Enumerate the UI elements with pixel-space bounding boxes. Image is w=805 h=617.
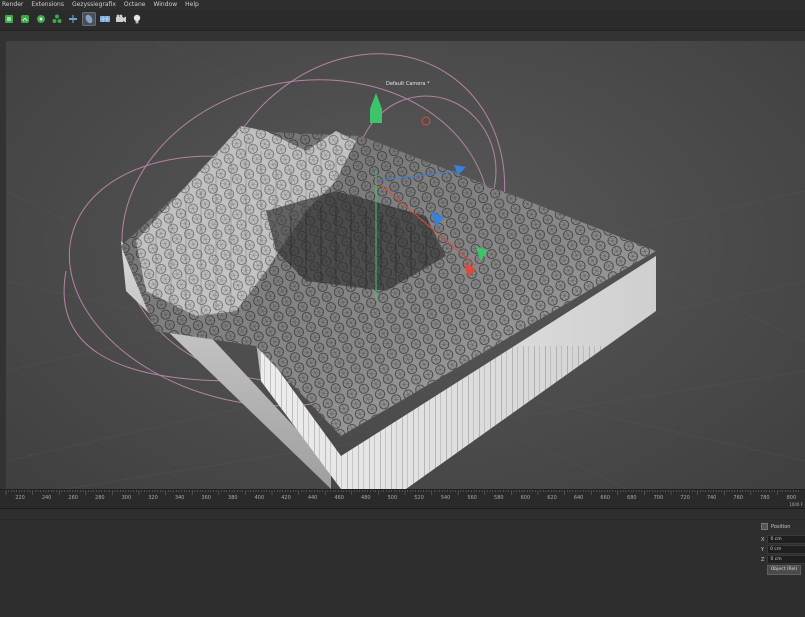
menu-octane[interactable]: Octane xyxy=(122,0,152,10)
z-row: Z 0 cm xyxy=(761,555,805,564)
toolbar xyxy=(0,10,805,31)
spline-button[interactable] xyxy=(18,12,32,26)
generator-button[interactable] xyxy=(34,12,48,26)
coordinate-mode-dropdown[interactable]: Object (Rel) xyxy=(767,565,801,575)
timeline-end-label: 1000 F xyxy=(789,502,803,507)
timeline-tick-label: 420 xyxy=(281,495,291,501)
x-label: X xyxy=(761,536,765,543)
3d-viewport[interactable]: Default Camera * xyxy=(6,41,805,489)
menu-extensions[interactable]: Extensions xyxy=(29,0,70,10)
timeline-tick-label: 360 xyxy=(201,495,211,501)
floor-icon xyxy=(100,16,110,22)
timeline-tick-label: 480 xyxy=(361,495,371,501)
timeline-tick-label: 440 xyxy=(307,495,318,501)
position-row: Position xyxy=(761,523,790,530)
timeline-tick-label: 680 xyxy=(627,495,637,501)
timeline-tick-label: 780 xyxy=(760,495,770,501)
deformer-icon xyxy=(69,15,77,23)
y-field[interactable]: 0 cm xyxy=(767,545,805,554)
cube-primitive-button[interactable] xyxy=(2,12,16,26)
timeline-tick-label: 660 xyxy=(600,495,610,501)
cloner-button[interactable] xyxy=(50,12,64,26)
timeline-tick-label: 760 xyxy=(733,495,743,501)
scene-object-button[interactable] xyxy=(82,12,96,26)
x-row: X 0 cm xyxy=(761,535,805,544)
timeline-tick-label: 300 xyxy=(121,495,132,501)
y-label: Y xyxy=(761,546,765,553)
timeline-ruler[interactable]: 220 240 260 280 300 320 340 360 380 400 420 440 460 4… xyxy=(0,489,805,508)
light-icon xyxy=(133,14,141,24)
scene-object-icon xyxy=(85,14,93,24)
position-label: Position xyxy=(771,523,791,530)
camera-label: Default Camera * xyxy=(386,81,430,87)
position-checkbox[interactable] xyxy=(761,523,768,530)
coordinates-panel: Position X 0 cm Y 0 cm Z 0 cm xyxy=(758,519,805,589)
z-field[interactable]: 0 cm xyxy=(767,555,805,564)
deformer-button[interactable] xyxy=(66,12,80,26)
camera-icon xyxy=(116,14,126,23)
x-field[interactable]: 0 cm xyxy=(767,535,805,544)
timeline-tick-label: 400 xyxy=(254,495,265,501)
menu-window[interactable]: Window xyxy=(151,0,183,10)
timeline-tick-label: 220 xyxy=(15,495,25,501)
generator-icon xyxy=(37,15,45,23)
timeline-tick-label: 560 xyxy=(467,495,477,501)
timeline-tick-label: 540 xyxy=(440,495,451,501)
timeline-tick-label: 340 xyxy=(174,495,185,501)
viewport-scene xyxy=(6,41,805,489)
timeline-tick-label: 700 xyxy=(653,495,664,501)
floor-button[interactable] xyxy=(98,12,112,26)
light-button[interactable] xyxy=(130,12,144,26)
timeline-tick-label: 800 xyxy=(786,495,797,501)
menu-render[interactable]: Render xyxy=(0,0,29,10)
timeline-tick-label: 380 xyxy=(228,495,238,501)
timeline-tick-label: 620 xyxy=(547,495,557,501)
hex-column-array xyxy=(121,126,656,489)
timeline-tick-label: 740 xyxy=(706,495,717,501)
timeline-tick-label: 460 xyxy=(334,495,344,501)
spline-icon xyxy=(21,15,29,23)
menu-plugin[interactable]: Gezyssiegrafix xyxy=(70,0,122,10)
z-label: Z xyxy=(761,556,765,563)
timeline-tick-label: 280 xyxy=(95,495,105,501)
mograph-cloner-icon xyxy=(52,14,62,23)
timeline-tick-label: 720 xyxy=(680,495,690,501)
timeline-tick-label: 260 xyxy=(68,495,78,501)
timeline-tick-label: 600 xyxy=(520,495,531,501)
cube-primitive-icon xyxy=(5,15,13,23)
menu-bar: Render Extensions Gezyssiegrafix Octane … xyxy=(0,0,805,10)
menu-help[interactable]: Help xyxy=(183,0,205,10)
timeline-tick-label: 520 xyxy=(414,495,424,501)
timeline-tick-label: 580 xyxy=(494,495,504,501)
timeline-tick-label: 640 xyxy=(573,495,584,501)
camera-button[interactable] xyxy=(114,12,128,26)
panel-divider xyxy=(0,519,805,520)
bottom-panel: Position X 0 cm Y 0 cm Z 0 cm xyxy=(0,508,805,617)
viewport-frame: Default Camera * xyxy=(0,31,805,489)
y-row: Y 0 cm xyxy=(761,545,805,554)
timeline-tick-label: 240 xyxy=(41,495,52,501)
timeline-tick-label: 500 xyxy=(387,495,398,501)
timeline-tick-label: 320 xyxy=(148,495,158,501)
